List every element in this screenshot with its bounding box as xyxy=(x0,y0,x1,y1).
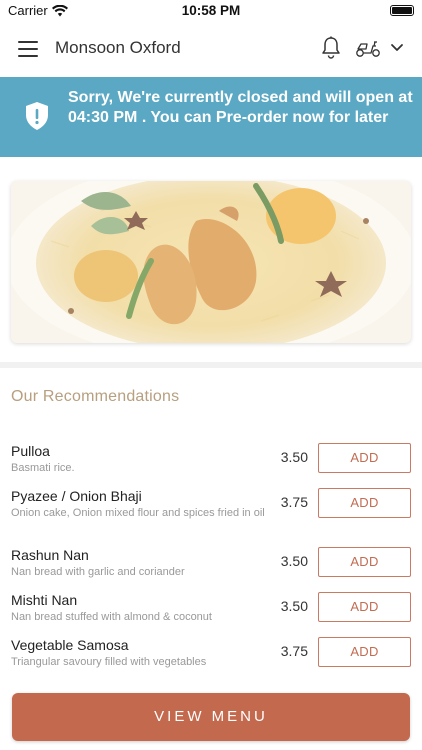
hero-dish-image xyxy=(11,181,411,343)
bell-icon[interactable] xyxy=(320,36,342,60)
item-name: Pulloa xyxy=(11,443,50,459)
battery-icon xyxy=(390,5,414,16)
item-description: Onion cake, Onion mixed flour and spices… xyxy=(11,507,265,519)
item-description: Nan bread stuffed with almond & coconut xyxy=(11,611,212,623)
item-price: 3.75 xyxy=(280,643,308,659)
item-description: Triangular savoury filled with vegetable… xyxy=(11,656,207,668)
section-divider xyxy=(0,362,422,368)
recommendations-title: Our Recommendations xyxy=(11,388,180,405)
view-menu-button[interactable]: VIEW MENU xyxy=(12,693,410,741)
item-price: 3.50 xyxy=(280,598,308,614)
item-name: Mishti Nan xyxy=(11,592,78,608)
add-button[interactable]: ADD xyxy=(318,443,411,473)
status-bar: Carrier 10:58 PM xyxy=(0,0,422,22)
item-name: Rashun Nan xyxy=(11,547,89,563)
store-closed-banner: Sorry, We're currently closed and will o… xyxy=(0,77,422,157)
item-description: Nan bread with garlic and coriander xyxy=(11,566,185,578)
menu-icon[interactable] xyxy=(18,41,38,57)
add-button[interactable]: ADD xyxy=(318,637,411,667)
shield-alert-icon xyxy=(26,102,48,130)
biryani-illustration xyxy=(11,181,411,343)
item-name: Vegetable Samosa xyxy=(11,637,129,653)
app-header: Monsoon Oxford xyxy=(0,22,422,77)
item-name: Pyazee / Onion Bhaji xyxy=(11,488,142,504)
add-button[interactable]: ADD xyxy=(318,592,411,622)
banner-message: Sorry, We're currently closed and will o… xyxy=(68,89,413,126)
item-price: 3.50 xyxy=(280,553,308,569)
chevron-down-icon[interactable] xyxy=(390,42,404,54)
add-button[interactable]: ADD xyxy=(318,488,411,518)
scooter-icon[interactable] xyxy=(355,38,381,58)
status-time: 10:58 PM xyxy=(181,3,241,18)
item-description: Basmati rice. xyxy=(11,462,75,474)
store-name[interactable]: Monsoon Oxford xyxy=(55,38,181,58)
add-button[interactable]: ADD xyxy=(318,547,411,577)
item-price: 3.50 xyxy=(280,449,308,465)
item-price: 3.75 xyxy=(280,494,308,510)
